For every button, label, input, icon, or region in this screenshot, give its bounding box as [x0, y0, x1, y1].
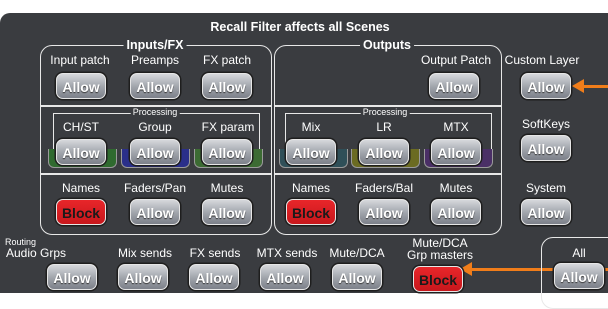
input-patch-button[interactable]: Allow — [56, 73, 106, 99]
mix-sends-label: Mix sends — [117, 246, 173, 260]
fx-sends-button[interactable]: Allow — [189, 264, 239, 290]
inputs-fx-divider-2 — [41, 173, 271, 175]
outputs-divider-2 — [275, 173, 501, 175]
inputs-fx-title: Inputs/FX — [123, 38, 187, 52]
mute-dca-button[interactable]: Allow — [332, 264, 382, 290]
mix-label: Mix — [301, 120, 321, 134]
header-title: Recall Filter affects all Scenes — [210, 20, 390, 34]
output-patch-button[interactable]: Allow — [429, 73, 479, 99]
custom-layer-button[interactable]: Allow — [521, 73, 571, 99]
output-patch-label: Output Patch — [420, 53, 492, 67]
faders-pan-label: Faders/Pan — [123, 181, 187, 195]
fx-param-button[interactable]: Allow — [202, 139, 252, 165]
group-button[interactable]: Allow — [130, 139, 180, 165]
faders-pan-button[interactable]: Allow — [130, 199, 180, 225]
softkeys-button[interactable]: Allow — [521, 135, 571, 161]
arrow-custom-layer-head — [572, 79, 584, 93]
preamps-button[interactable]: Allow — [130, 73, 180, 99]
lr-button[interactable]: Allow — [359, 139, 409, 165]
chst-label: CH/ST — [63, 120, 99, 134]
output-mutes-button[interactable]: Allow — [431, 199, 481, 225]
input-names-button[interactable]: Block — [56, 199, 106, 225]
custom-layer-label: Custom Layer — [504, 53, 580, 67]
all-label: All — [572, 246, 586, 260]
grp-masters-button[interactable]: Block — [413, 266, 463, 292]
all-button[interactable]: Allow — [554, 263, 604, 289]
outputs-processing-label: Processing — [360, 107, 410, 117]
arrow-custom-layer-line — [582, 85, 608, 88]
system-label: System — [525, 181, 567, 195]
output-names-button[interactable]: Block — [286, 199, 336, 225]
audio-grps-button[interactable]: Allow — [47, 264, 97, 290]
output-mutes-label: Mutes — [439, 181, 473, 195]
preamps-label: Preamps — [130, 53, 180, 67]
fx-patch-label: FX patch — [202, 53, 252, 67]
mtx-label: MTX — [443, 120, 469, 134]
output-names-label: Names — [291, 181, 331, 195]
fx-patch-button[interactable]: Allow — [202, 73, 252, 99]
audio-grps-label: Audio Grps — [5, 246, 67, 260]
mtx-button[interactable]: Allow — [431, 139, 481, 165]
input-patch-label: Input patch — [50, 53, 110, 67]
grp-masters-label-line2: Grp masters — [406, 248, 474, 262]
lr-label: LR — [376, 120, 392, 134]
faders-bal-button[interactable]: Allow — [359, 199, 409, 225]
input-mutes-label: Mutes — [210, 181, 244, 195]
mtx-sends-button[interactable]: Allow — [260, 264, 310, 290]
mix-button[interactable]: Allow — [286, 139, 336, 165]
inputs-processing-label: Processing — [130, 107, 180, 117]
system-button[interactable]: Allow — [521, 199, 571, 225]
fx-sends-label: FX sends — [189, 246, 241, 260]
mix-sends-button[interactable]: Allow — [118, 264, 168, 290]
mtx-sends-label: MTX sends — [256, 246, 318, 260]
outputs-title: Outputs — [360, 38, 414, 52]
input-names-label: Names — [61, 181, 101, 195]
faders-bal-label: Faders/Bal — [354, 181, 414, 195]
softkeys-label: SoftKeys — [521, 117, 571, 131]
fx-param-label: FX param — [201, 120, 255, 134]
chst-button[interactable]: Allow — [56, 139, 106, 165]
group-label: Group — [138, 120, 172, 134]
input-mutes-button[interactable]: Allow — [202, 199, 252, 225]
mute-dca-label: Mute/DCA — [329, 246, 385, 260]
